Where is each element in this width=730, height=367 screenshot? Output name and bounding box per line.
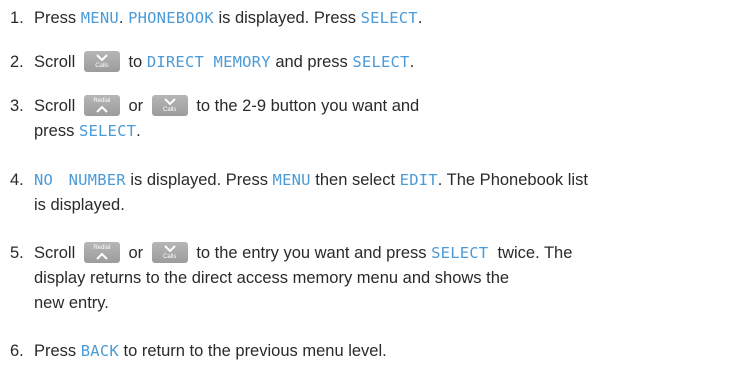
step-text: Press [34, 342, 81, 360]
step-text: new entry. [34, 294, 109, 312]
step-text: . [417, 9, 423, 27]
chevron-up-icon [96, 105, 108, 113]
step-line: is displayed. [10, 193, 725, 218]
redial-up-key: Redial [83, 242, 120, 263]
step-number: 2. [10, 53, 24, 71]
chevron-down-icon [164, 245, 176, 253]
lcd-direct-memory: DIRECT MEMORY [146, 53, 271, 71]
chevron-up-icon [96, 252, 108, 260]
step-text: to the 2-9 button you want and [196, 97, 420, 115]
step-line: 5. Scroll Redial or Calls to the entry yo… [10, 241, 725, 266]
lcd-edit: EDIT [399, 171, 438, 189]
step-4: 4. NO NUMBER is displayed. Press MENU the… [10, 168, 725, 218]
step-6: 6. Press BACK to return to the previous m… [10, 339, 725, 364]
step-line: display returns to the direct access mem… [10, 266, 725, 291]
step-text: . [118, 9, 129, 27]
step-number: 1. [10, 9, 24, 27]
calls-down-key: Calls [83, 51, 120, 72]
lcd-menu: MENU [80, 9, 119, 27]
step-text: to return to the previous menu level. [118, 342, 387, 360]
lcd-select: SELECT [78, 122, 137, 140]
lcd-no-number: NO NUMBER [34, 171, 126, 189]
step-text: press [34, 122, 79, 140]
step-text: to the entry you want and press [196, 244, 432, 262]
chevron-down-icon [96, 54, 108, 62]
step-text: . [136, 122, 141, 140]
lcd-select: SELECT [352, 53, 410, 71]
chevron-down-icon [164, 98, 176, 106]
calls-caption: Calls [163, 254, 177, 260]
calls-down-key: Calls [151, 242, 188, 263]
step-text: is displayed. Press [213, 9, 361, 27]
step-text: is displayed. [34, 196, 125, 214]
step-line: press SELECT. [10, 119, 725, 144]
step-number: 5. [10, 244, 24, 262]
step-2: 2. Scroll Calls to DIRECT MEMORY and pres… [10, 50, 725, 75]
step-text: and press [270, 53, 353, 71]
step-number: 4. [10, 171, 24, 189]
step-text: then select [310, 171, 400, 189]
calls-caption: Calls [95, 63, 109, 69]
step-text: twice. The [488, 244, 573, 262]
lcd-menu: MENU [272, 171, 311, 189]
step-3: 3. Scroll Redial or Calls to the 2-9 butt… [10, 94, 725, 144]
step-text: is displayed. Press [125, 171, 273, 189]
step-text: Scroll [34, 53, 76, 71]
step-5: 5. Scroll Redial or Calls to the entry yo… [10, 241, 725, 316]
step-text: display returns to the direct access mem… [34, 269, 510, 287]
step-text: Press [34, 9, 81, 27]
step-number: 6. [10, 342, 24, 360]
step-line: 3. Scroll Redial or Calls to the 2-9 butt… [10, 94, 725, 119]
step-text: . [409, 53, 415, 71]
step-text: or [128, 97, 144, 115]
lcd-select: SELECT [431, 244, 489, 262]
step-text: to [128, 53, 147, 71]
step-1: 1. Press MENU. PHONEBOOK is displayed. Pr… [10, 6, 725, 31]
redial-up-key: Redial [83, 95, 120, 116]
lcd-select: SELECT [360, 9, 418, 27]
redial-caption: Redial [93, 245, 111, 251]
step-number: 3. [10, 97, 24, 115]
step-line: 4. NO NUMBER is displayed. Press MENU the… [10, 168, 725, 193]
lcd-back: BACK [80, 342, 119, 360]
step-text: . The Phonebook list [437, 171, 588, 189]
lcd-phonebook: PHONEBOOK [128, 9, 214, 27]
step-text: Scroll [34, 97, 76, 115]
calls-down-key: Calls [151, 95, 188, 116]
step-line: new entry. [10, 291, 725, 316]
calls-caption: Calls [163, 107, 177, 113]
step-text: or [128, 244, 144, 262]
redial-caption: Redial [93, 98, 111, 104]
step-text: Scroll [34, 244, 76, 262]
